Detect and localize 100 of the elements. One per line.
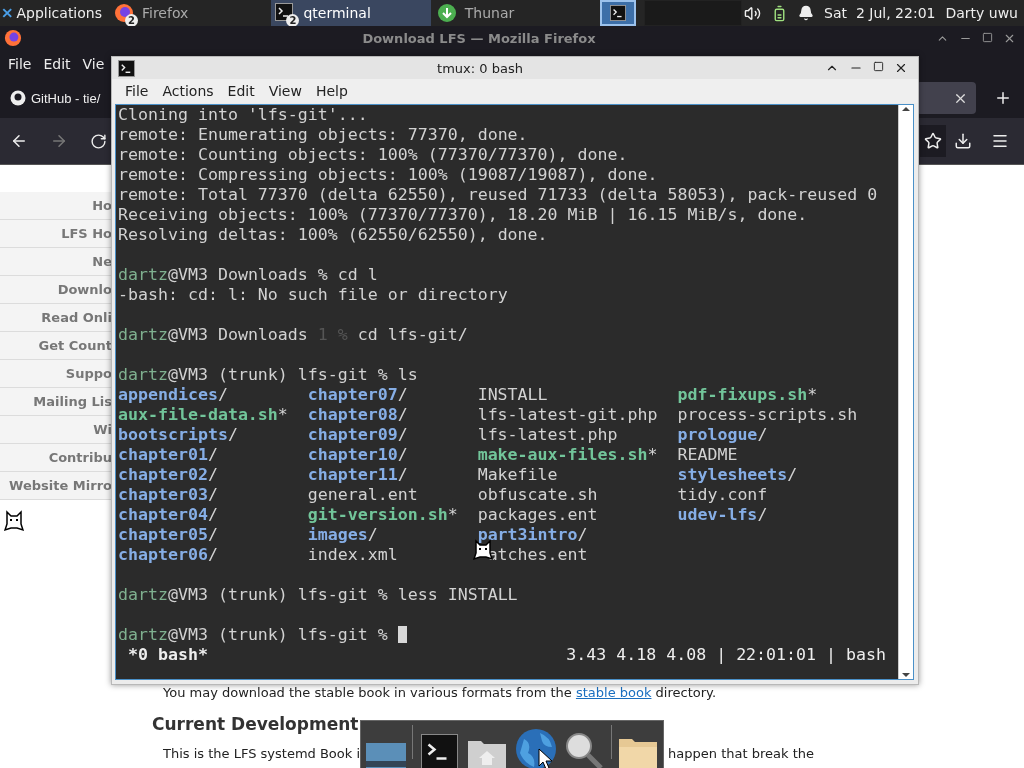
- file-name: Makefile: [477, 465, 558, 485]
- file-name: udev-lfs/: [677, 505, 768, 525]
- file-name: chapter09/: [307, 425, 408, 445]
- menu-item[interactable]: File: [8, 56, 32, 72]
- workspace-button[interactable]: [600, 0, 636, 26]
- mouse-pointer-icon: [538, 748, 554, 768]
- folder-icon: [619, 739, 658, 768]
- file-name: make-aux-files.sh*: [477, 445, 658, 465]
- scroll-up-icon[interactable]: [901, 105, 911, 113]
- status-info: 3.43 4.18 4.08 | 22:01:01 | bash: [566, 645, 886, 665]
- volume-icon[interactable]: [744, 4, 762, 22]
- file-name: general.ent: [307, 485, 418, 505]
- applications-menu[interactable]: Applications: [0, 0, 108, 26]
- forward-arrow-icon: [50, 132, 68, 150]
- sidebar-link[interactable]: LFS Ho: [0, 220, 112, 248]
- taskbar-button[interactable]: Thunar: [432, 0, 593, 26]
- sidebar-link[interactable]: Ho: [0, 192, 112, 220]
- file-name: chapter05/: [118, 525, 218, 545]
- reload-icon: [90, 132, 107, 150]
- sidebar-link[interactable]: Website Mirro: [0, 472, 112, 500]
- window-title: tmux: 0 bash: [436, 60, 524, 76]
- file-name: chapter07/: [307, 385, 408, 405]
- file-name: lfs-latest.php: [477, 425, 618, 445]
- file-name: aux-file-data.sh*: [118, 405, 288, 425]
- menu-item[interactable]: View: [268, 83, 302, 99]
- sidebar-link[interactable]: Mailing Lis: [0, 388, 112, 416]
- user-name[interactable]: Darty uwu: [945, 5, 1018, 21]
- output-line: Receiving objects: 100% (77370/77370), 18.20 MiB | 16.15 MiB/s, done.: [118, 205, 809, 225]
- output-line: remote: Compressing objects: 100% (19087/19087), done.: [118, 165, 659, 185]
- file-name: atches.ent: [487, 545, 588, 565]
- close-icon[interactable]: [894, 61, 908, 75]
- file-name: chapter06/: [118, 545, 218, 565]
- file-name: process-scripts.sh: [677, 405, 858, 425]
- menu-item[interactable]: Help: [315, 83, 348, 99]
- file-name: index.xml: [307, 545, 398, 565]
- sidebar-link[interactable]: Downlo: [0, 276, 112, 304]
- scroll-down-icon[interactable]: [901, 671, 911, 679]
- window-list: *0 bash*: [128, 645, 208, 665]
- section-heading: Current Development: [152, 714, 359, 734]
- output-line: remote: Counting objects: 100% (77370/77370), done.: [118, 145, 629, 165]
- desktop-icon: [365, 743, 406, 768]
- file-name: chapter03/: [118, 485, 218, 505]
- bookmark-button[interactable]: [920, 125, 946, 157]
- output-line: remote: Total 77370 (delta 62550), reused 71733 (delta 58053), pack-reused 0: [118, 185, 879, 205]
- menu-item[interactable]: Edit: [227, 83, 255, 99]
- file-name: pdf-fixups.sh*: [677, 385, 818, 405]
- file-name: README: [677, 445, 738, 465]
- file-name: chapter04/: [118, 505, 218, 525]
- sidebar-link[interactable]: Ne: [0, 248, 112, 276]
- maximize-icon[interactable]: [982, 31, 993, 43]
- sidebar-link[interactable]: Get Count: [0, 332, 112, 360]
- reload-button[interactable]: [90, 132, 107, 150]
- firefox-icon: [114, 3, 134, 23]
- file-name: git-version.sh*: [307, 505, 458, 525]
- menu-item[interactable]: Vie: [82, 56, 105, 72]
- file-name: chapter08/: [307, 405, 408, 425]
- output-line: -bash: cd: l: No such file or directory: [118, 285, 509, 305]
- download-circle-icon: [436, 3, 457, 23]
- back-button[interactable]: [10, 132, 28, 150]
- paragraph: You may download the stable book in various formats from the stable book directory.: [163, 685, 717, 700]
- xfce-logo-icon: [2, 5, 13, 21]
- forward-button[interactable]: [50, 132, 68, 150]
- terminal-icon: [421, 734, 459, 768]
- browser-tab[interactable]: GitHub - tie/: [6, 82, 105, 114]
- new-tab-icon[interactable]: [994, 89, 1012, 107]
- stable-book-link[interactable]: stable book: [575, 685, 652, 700]
- download-icon: [954, 132, 972, 150]
- window-title: Download LFS — Mozilla Firefox: [361, 30, 597, 46]
- file-name: chapter01/: [118, 445, 218, 465]
- file-name: chapter02/: [118, 465, 218, 485]
- github-icon: [10, 90, 26, 106]
- browser-tab[interactable]: [916, 82, 976, 114]
- home-folder-icon: [468, 739, 506, 768]
- menu-item[interactable]: Edit: [43, 56, 71, 72]
- file-name: chapter11/: [307, 465, 408, 485]
- paragraph: happen that break the: [668, 746, 814, 761]
- firefox-icon: [4, 29, 22, 47]
- search-icon: [565, 733, 603, 768]
- file-name: images/: [307, 525, 378, 545]
- scrollbar[interactable]: [898, 105, 913, 679]
- file-name: INSTALL: [477, 385, 548, 405]
- taskbar-button[interactable]: 2 qterminal: [271, 0, 431, 26]
- cat-icon: [4, 510, 24, 532]
- sidebar-link[interactable]: Wi: [0, 416, 112, 444]
- menu-item[interactable]: File: [125, 83, 149, 99]
- menu-item[interactable]: Actions: [162, 83, 214, 99]
- file-name: bootscripts/: [118, 425, 238, 445]
- prompt-line: dartz@VM3 (trunk) lfs-git % ls: [118, 365, 418, 384]
- prompt-line: dartz@VM3 (trunk) lfs-git %: [118, 625, 389, 644]
- menu-icon: [991, 132, 1009, 150]
- prompt-line: dartz@VM3 (trunk) lfs-git % less INSTALL: [118, 585, 518, 604]
- file-name: appendices/: [118, 385, 228, 405]
- file-name: lfs-latest-git.php: [477, 405, 658, 425]
- maximize-icon[interactable]: [873, 61, 884, 72]
- clock[interactable]: Sat 2 Jul, 22:01: [824, 5, 936, 21]
- notification-bell-icon[interactable]: [798, 5, 815, 21]
- sidebar-link[interactable]: Contribu: [0, 444, 112, 472]
- sidebar-link[interactable]: Read Onli: [0, 304, 112, 332]
- sidebar-link[interactable]: Suppo: [0, 360, 112, 388]
- paragraph: This is the LFS systemd Book i: [163, 746, 361, 761]
